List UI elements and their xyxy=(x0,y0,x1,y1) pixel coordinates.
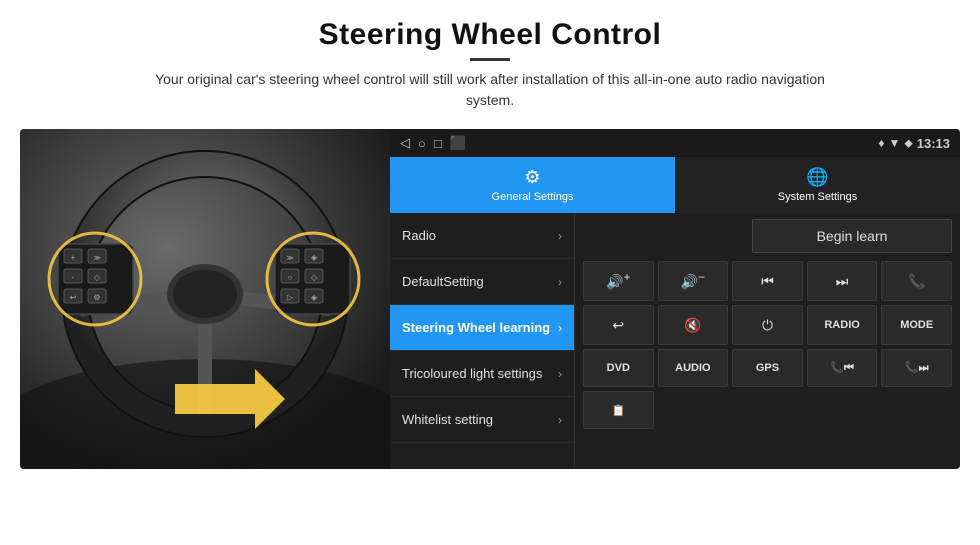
phone-call-button[interactable]: 📞 xyxy=(881,261,952,301)
title-section: Steering Wheel Control Your original car… xyxy=(130,18,850,111)
tab-general-settings[interactable]: ⚙ General Settings xyxy=(390,157,675,213)
call-skip-fwd-icon: 📞⏭ xyxy=(905,361,929,375)
audio-button[interactable]: AUDIO xyxy=(658,349,729,387)
begin-learn-button[interactable]: Begin learn xyxy=(752,219,952,253)
back-call-button[interactable]: ↩ xyxy=(583,305,654,345)
menu-item-radio[interactable]: Radio › xyxy=(390,213,574,259)
status-time: 13:13 xyxy=(917,136,950,151)
call-skip-fwd-button[interactable]: 📞⏭ xyxy=(881,349,952,387)
controls-panel: Begin learn 🔊+ 🔊− ⏮ xyxy=(575,213,960,469)
svg-text:◈: ◈ xyxy=(311,253,318,262)
steering-wheel-image: + ≫ - ◇ ↩ ⚙ ≫ ◈ ○ ◇ ▷ ◈ xyxy=(20,129,390,469)
tab-general-label: General Settings xyxy=(492,191,574,203)
radio-label: RADIO xyxy=(824,319,859,331)
list-icon: 📋 xyxy=(611,404,625,417)
menu-item-whitelist[interactable]: Whitelist setting › xyxy=(390,397,574,443)
control-row-1: 🔊+ 🔊− ⏮ ⏭ 📞 xyxy=(583,261,952,301)
volume-down-icon: 🔊− xyxy=(681,271,705,291)
status-icons-right: ♦ ▼ ⬥ 13:13 xyxy=(878,136,950,151)
content-area: + ≫ - ◇ ↩ ⚙ ≫ ◈ ○ ◇ ▷ ◈ xyxy=(20,129,960,469)
power-button[interactable]: ⏻ xyxy=(732,305,803,345)
menu-label-radio: Radio xyxy=(402,228,436,243)
begin-learn-row: Begin learn xyxy=(583,219,952,253)
page-title: Steering Wheel Control xyxy=(130,18,850,52)
menu-label-whitelist: Whitelist setting xyxy=(402,412,493,427)
back-icon[interactable]: ◁ xyxy=(400,135,410,151)
menu-item-steering[interactable]: Steering Wheel learning › xyxy=(390,305,574,351)
back-call-icon: ↩ xyxy=(612,317,624,334)
tab-bar: ⚙ General Settings 🌐 System Settings xyxy=(390,157,960,213)
menu-label-steering: Steering Wheel learning xyxy=(402,320,550,335)
mute-button[interactable]: 🔇 xyxy=(658,305,729,345)
svg-text:+: + xyxy=(71,253,76,262)
general-settings-icon: ⚙ xyxy=(524,167,540,188)
status-icons-left: ◁ ○ □ ⬛ xyxy=(400,135,466,151)
chevron-icon-default: › xyxy=(558,275,562,289)
tab-system-settings[interactable]: 🌐 System Settings xyxy=(675,157,960,213)
gps-label: GPS xyxy=(756,362,779,374)
title-divider xyxy=(470,58,510,61)
chevron-icon-whitelist: › xyxy=(558,413,562,427)
call-skip-back-button[interactable]: 📞⏮ xyxy=(807,349,878,387)
mode-label: MODE xyxy=(900,319,933,331)
status-bar: ◁ ○ □ ⬛ ♦ ▼ ⬥ 13:13 xyxy=(390,129,960,157)
control-row-4: 📋 xyxy=(583,391,952,429)
wifi-icon: ▼ xyxy=(888,136,900,150)
audio-label: AUDIO xyxy=(675,362,710,374)
skip-forward-button[interactable]: ⏭ xyxy=(807,261,878,301)
skip-forward-icon: ⏭ xyxy=(836,273,849,290)
svg-text:-: - xyxy=(72,273,75,282)
mode-button[interactable]: MODE xyxy=(881,305,952,345)
radio-button[interactable]: RADIO xyxy=(807,305,878,345)
menu-icon[interactable]: ⬛ xyxy=(450,135,466,151)
menu-label-tricoloured: Tricoloured light settings xyxy=(402,366,542,381)
chevron-icon-radio: › xyxy=(558,229,562,243)
svg-text:○: ○ xyxy=(288,273,293,282)
skip-back-button[interactable]: ⏮ xyxy=(732,261,803,301)
call-skip-back-icon: 📞⏮ xyxy=(830,361,854,375)
svg-text:≫: ≫ xyxy=(286,255,293,262)
svg-text:◇: ◇ xyxy=(94,273,101,282)
menu-list: Radio › DefaultSetting › Steering Wheel … xyxy=(390,213,575,469)
mute-icon: 🔇 xyxy=(684,317,701,334)
volume-up-icon: 🔊+ xyxy=(606,271,630,291)
svg-text:↩: ↩ xyxy=(70,293,77,302)
list-icon-button[interactable]: 📋 xyxy=(583,391,654,429)
battery-icon: ⬥ xyxy=(904,136,912,151)
chevron-icon-tricoloured: › xyxy=(558,367,562,381)
dvd-button[interactable]: DVD xyxy=(583,349,654,387)
subtitle: Your original car's steering wheel contr… xyxy=(130,69,850,111)
system-settings-icon: 🌐 xyxy=(806,167,828,188)
dvd-label: DVD xyxy=(607,362,630,374)
control-row-2: ↩ 🔇 ⏻ RADIO MODE xyxy=(583,305,952,345)
head-unit: ◁ ○ □ ⬛ ♦ ▼ ⬥ 13:13 ⚙ General Settings xyxy=(390,129,960,469)
chevron-icon-steering: › xyxy=(558,321,562,335)
menu-label-default: DefaultSetting xyxy=(402,274,484,289)
volume-up-button[interactable]: 🔊+ xyxy=(583,261,654,301)
gps-button[interactable]: GPS xyxy=(732,349,803,387)
svg-text:≫: ≫ xyxy=(93,255,100,262)
phone-icon: 📞 xyxy=(908,273,925,290)
recents-icon[interactable]: □ xyxy=(434,136,442,151)
volume-down-button[interactable]: 🔊− xyxy=(658,261,729,301)
skip-back-icon: ⏮ xyxy=(761,273,774,290)
menu-item-tricoloured[interactable]: Tricoloured light settings › xyxy=(390,351,574,397)
location-icon: ♦ xyxy=(878,136,884,150)
svg-text:◇: ◇ xyxy=(311,273,318,282)
svg-text:▷: ▷ xyxy=(287,293,294,302)
home-icon[interactable]: ○ xyxy=(418,136,426,151)
control-row-3: DVD AUDIO GPS 📞⏮ 📞⏭ xyxy=(583,349,952,387)
svg-text:⚙: ⚙ xyxy=(93,293,100,302)
svg-text:◈: ◈ xyxy=(311,293,318,302)
menu-item-default[interactable]: DefaultSetting › xyxy=(390,259,574,305)
page-container: Steering Wheel Control Your original car… xyxy=(0,0,980,545)
power-icon: ⏻ xyxy=(762,317,773,334)
tab-system-label: System Settings xyxy=(778,191,857,203)
menu-control-area: Radio › DefaultSetting › Steering Wheel … xyxy=(390,213,960,469)
